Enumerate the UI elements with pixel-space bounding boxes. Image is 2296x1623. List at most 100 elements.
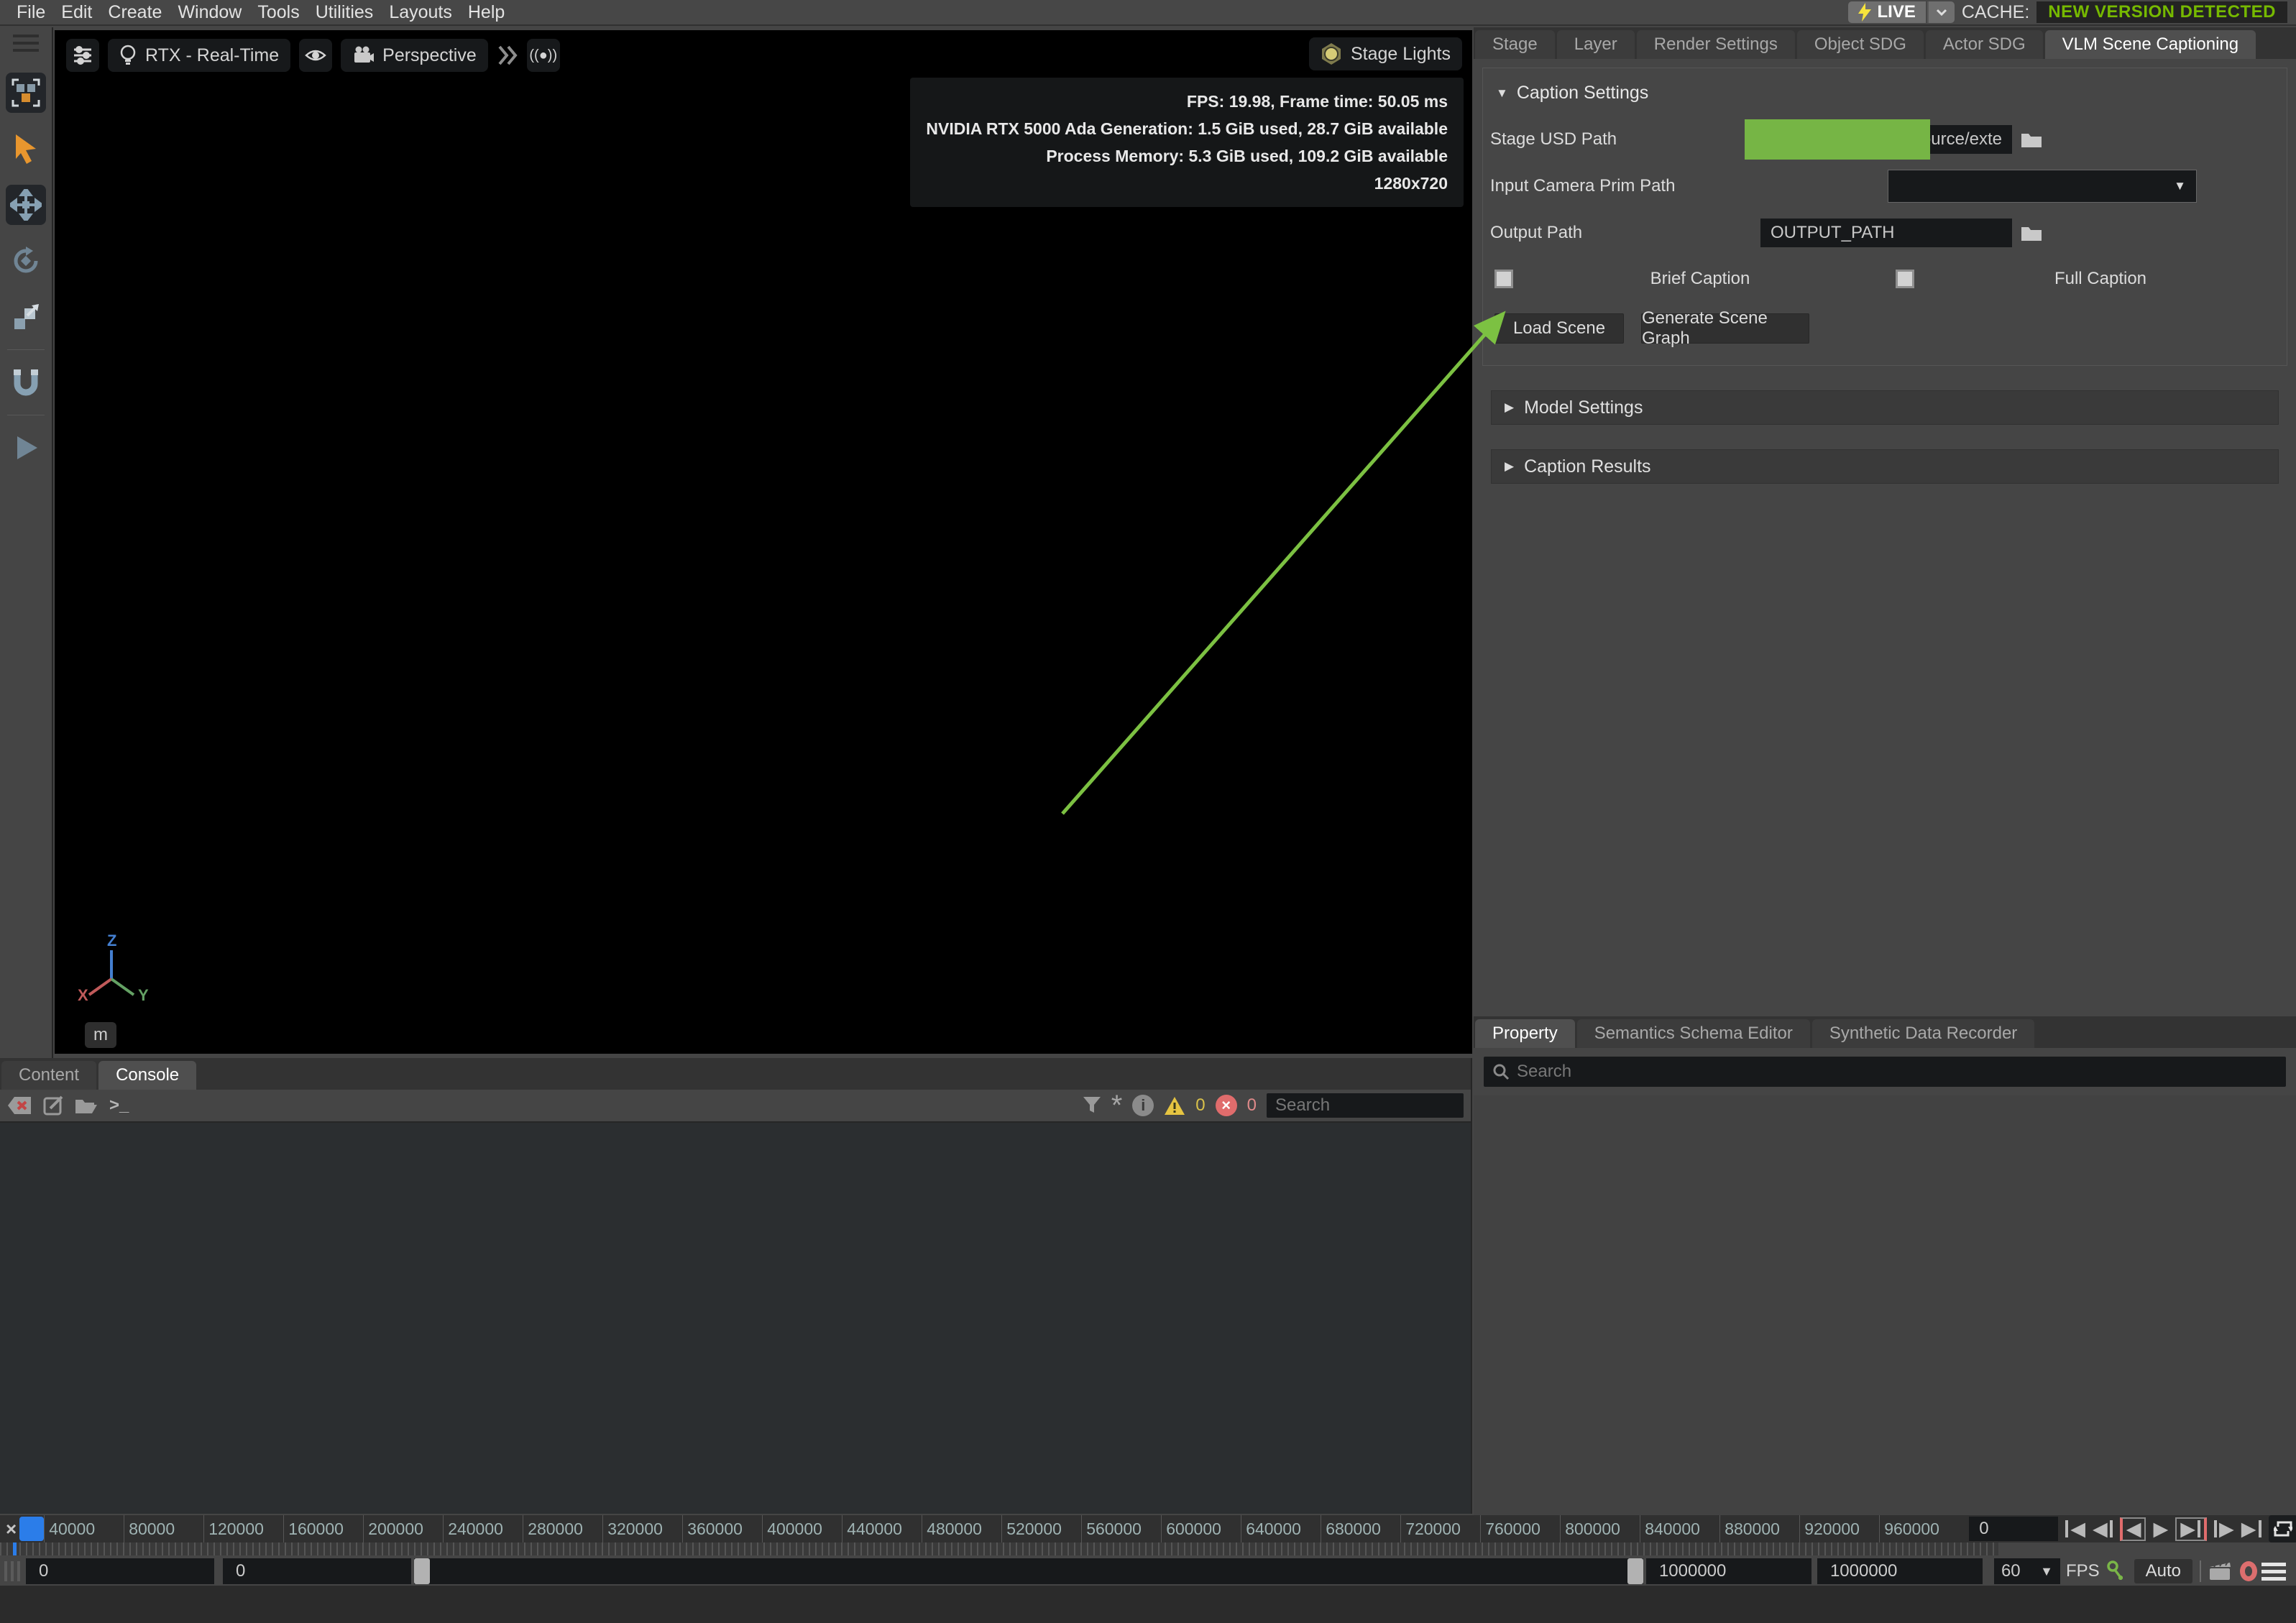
loop-toggle-button[interactable] bbox=[2269, 1515, 2296, 1542]
tab-layer[interactable]: Layer bbox=[1557, 30, 1635, 59]
model-settings-section[interactable]: ▶ Model Settings bbox=[1491, 390, 2279, 425]
auto-key-button[interactable]: Auto bbox=[2134, 1559, 2192, 1583]
range-start-field-b[interactable] bbox=[223, 1558, 411, 1584]
scrollbar-right-handle[interactable] bbox=[1627, 1558, 1643, 1584]
step-forward-boxed-button[interactable]: ▶ bbox=[2175, 1517, 2207, 1541]
output-path-field[interactable] bbox=[1760, 219, 2012, 247]
step-back-button[interactable]: ◀ bbox=[2093, 1519, 2113, 1539]
stage-lights-button[interactable]: Stage Lights bbox=[1309, 37, 1462, 70]
live-dropdown-button[interactable] bbox=[1927, 1, 1955, 23]
verbose-filter-icon[interactable]: * bbox=[1111, 1098, 1123, 1113]
tab-render-settings[interactable]: Render Settings bbox=[1637, 30, 1795, 59]
timeline-scrollbar[interactable] bbox=[414, 1558, 1643, 1584]
timeline-menu-button[interactable] bbox=[2261, 1563, 2286, 1581]
current-frame-field[interactable] bbox=[1969, 1517, 2058, 1541]
key-icon[interactable] bbox=[2106, 1560, 2124, 1582]
load-scene-button[interactable]: Load Scene bbox=[1494, 313, 1624, 344]
timeline-playhead[interactable] bbox=[19, 1517, 44, 1541]
play-backward-button[interactable]: ◀ bbox=[2120, 1517, 2146, 1541]
tab-actor-sdg[interactable]: Actor SDG bbox=[1926, 30, 2043, 59]
rotate-tool-button[interactable] bbox=[6, 241, 46, 281]
clapperboard-icon[interactable] bbox=[2208, 1561, 2231, 1581]
console-search[interactable] bbox=[1267, 1093, 1464, 1118]
record-button[interactable] bbox=[2240, 1561, 2257, 1581]
caption-settings-header[interactable]: ▼ Caption Settings bbox=[1483, 77, 2287, 109]
input-camera-dropdown[interactable]: ▼ bbox=[1888, 170, 2197, 203]
menu-help[interactable]: Help bbox=[460, 2, 513, 23]
warning-filter-icon[interactable] bbox=[1164, 1096, 1185, 1116]
visibility-button[interactable] bbox=[299, 39, 332, 72]
folder-icon[interactable] bbox=[2021, 224, 2042, 242]
tab-synthetic-data-recorder[interactable]: Synthetic Data Recorder bbox=[1812, 1019, 2034, 1048]
tab-object-sdg[interactable]: Object SDG bbox=[1797, 30, 1924, 59]
property-search[interactable] bbox=[1484, 1057, 2286, 1087]
timeline-zoom-strip[interactable] bbox=[0, 1542, 1998, 1555]
move-tool-button[interactable] bbox=[6, 185, 46, 225]
camera-label: Perspective bbox=[382, 45, 477, 66]
edit-script-icon[interactable] bbox=[43, 1095, 63, 1116]
menu-create[interactable]: Create bbox=[100, 2, 170, 23]
filter-icon[interactable] bbox=[1083, 1096, 1101, 1115]
scrollbar-left-handle[interactable] bbox=[414, 1558, 430, 1584]
menu-file[interactable]: File bbox=[9, 2, 53, 23]
property-search-input[interactable] bbox=[1517, 1062, 2277, 1082]
tab-semantics-schema-editor[interactable]: Semantics Schema Editor bbox=[1577, 1019, 1810, 1048]
scale-tool-button[interactable] bbox=[6, 297, 46, 337]
viewport-settings-button[interactable] bbox=[66, 39, 99, 72]
skip-to-end-button[interactable]: ▶ bbox=[2241, 1519, 2261, 1539]
menu-utilities[interactable]: Utilities bbox=[308, 2, 382, 23]
skip-to-start-button[interactable]: ◀ bbox=[2065, 1519, 2085, 1539]
tab-vlm-scene-captioning[interactable]: VLM Scene Captioning bbox=[2045, 30, 2256, 59]
fps-dropdown[interactable]: 60 ▼ bbox=[1994, 1558, 2060, 1584]
play-forward-button[interactable]: ▶ bbox=[2153, 1519, 2168, 1539]
console-log-area[interactable] bbox=[0, 1121, 1471, 1514]
axis-x-label: X bbox=[78, 986, 88, 1004]
cursor-icon bbox=[12, 133, 40, 165]
tab-property[interactable]: Property bbox=[1475, 1019, 1575, 1048]
clear-console-icon[interactable] bbox=[7, 1096, 32, 1115]
range-end-field-b[interactable] bbox=[1817, 1558, 1983, 1584]
select-tool-button[interactable] bbox=[6, 129, 46, 169]
double-chevron-icon[interactable] bbox=[497, 44, 518, 67]
range-end-field-a[interactable] bbox=[1646, 1558, 1811, 1584]
menu-tools[interactable]: Tools bbox=[249, 2, 307, 23]
camera-button[interactable]: Perspective bbox=[341, 39, 488, 72]
open-folder-icon[interactable] bbox=[75, 1097, 98, 1114]
menu-edit[interactable]: Edit bbox=[53, 2, 100, 23]
generate-scene-graph-button[interactable]: Generate Scene Graph bbox=[1641, 313, 1809, 344]
error-filter-icon[interactable]: × bbox=[1216, 1095, 1237, 1116]
full-caption-checkbox[interactable] bbox=[1896, 270, 1914, 288]
console-search-input[interactable] bbox=[1275, 1095, 1455, 1116]
timeline-ruler-ticks[interactable]: 4000080000120000160000200000240000280000… bbox=[44, 1515, 1959, 1542]
brief-caption-checkbox[interactable] bbox=[1494, 270, 1513, 288]
menu-layouts[interactable]: Layouts bbox=[381, 2, 460, 23]
console-prompt-icon[interactable]: >_ bbox=[109, 1095, 129, 1116]
audio-button[interactable]: ((●)) bbox=[527, 39, 560, 72]
tab-stage[interactable]: Stage bbox=[1475, 30, 1555, 59]
timeline-tick: 280000 bbox=[523, 1515, 602, 1542]
drag-grip-icon[interactable] bbox=[4, 1561, 20, 1581]
lightning-icon bbox=[1858, 3, 1871, 22]
live-button[interactable]: LIVE bbox=[1848, 1, 1925, 23]
viewport[interactable]: RTX - Real-Time Perspective bbox=[55, 30, 1472, 1054]
snap-tool-button[interactable] bbox=[6, 362, 46, 403]
play-button[interactable] bbox=[6, 428, 46, 468]
tab-content[interactable]: Content bbox=[1, 1061, 96, 1090]
menu-window[interactable]: Window bbox=[170, 2, 249, 23]
axis-unit-badge[interactable]: m bbox=[85, 1022, 116, 1048]
selection-mode-button[interactable] bbox=[6, 73, 46, 113]
info-filter-icon[interactable]: i bbox=[1132, 1095, 1154, 1116]
menu-bar: File Edit Create Window Tools Utilities … bbox=[0, 0, 2296, 26]
renderer-button[interactable]: RTX - Real-Time bbox=[108, 39, 290, 72]
cache-status: NEW VERSION DETECTED bbox=[2036, 1, 2287, 23]
folder-icon[interactable] bbox=[2021, 131, 2042, 148]
timeline-close-icon[interactable]: × bbox=[6, 1518, 17, 1540]
app-window: File Edit Create Window Tools Utilities … bbox=[0, 0, 2296, 1623]
loop-icon bbox=[2274, 1520, 2292, 1537]
timeline-ruler[interactable]: × 40000800001200001600002000002400002800… bbox=[0, 1515, 2296, 1542]
tab-console[interactable]: Console bbox=[98, 1061, 196, 1090]
next-frame-button[interactable]: ▶ bbox=[2214, 1519, 2234, 1539]
caption-results-section[interactable]: ▶ Caption Results bbox=[1491, 449, 2279, 484]
caption-type-row: Brief Caption Full Caption bbox=[1483, 269, 2287, 289]
range-start-field-a[interactable] bbox=[26, 1558, 214, 1584]
